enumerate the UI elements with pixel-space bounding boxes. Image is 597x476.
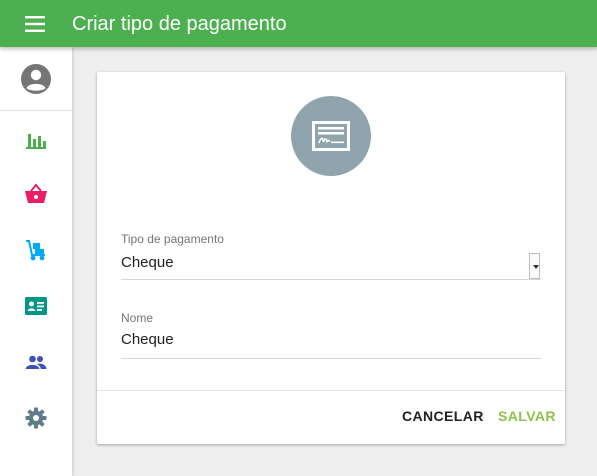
payment-type-underline: [121, 279, 541, 280]
payment-type-select[interactable]: Cheque: [121, 254, 521, 271]
shopping-basket-icon: [25, 183, 47, 203]
name-underline: [121, 358, 541, 359]
hand-truck-icon: [26, 240, 45, 261]
sidebar-item-settings[interactable]: [0, 394, 72, 442]
people-icon: [25, 355, 47, 369]
id-card-icon: [25, 297, 47, 315]
check-document-icon: [312, 121, 350, 151]
chevron-down-icon[interactable]: [529, 253, 540, 279]
sidebar: [0, 47, 72, 476]
menu-icon: [25, 16, 45, 32]
account-circle-icon: [21, 64, 51, 94]
bar-chart-icon: [26, 134, 46, 149]
name-label: Nome: [121, 311, 154, 325]
sidebar-item-reports[interactable]: [0, 115, 72, 163]
page-title: Criar tipo de pagamento: [72, 13, 287, 35]
menu-button[interactable]: [20, 12, 52, 36]
sidebar-item-users[interactable]: [0, 338, 72, 386]
payment-type-form-card: Tipo de pagamento Cheque Nome Cheque CAN…: [97, 72, 565, 444]
sidebar-item-deliveries[interactable]: [0, 226, 72, 274]
app-bar: Criar tipo de pagamento: [0, 0, 597, 47]
settings-gear-icon: [25, 407, 47, 429]
sidebar-item-customers[interactable]: [0, 282, 72, 330]
payment-type-label: Tipo de pagamento: [121, 232, 224, 246]
name-field[interactable]: Cheque: [121, 331, 541, 348]
save-button[interactable]: SALVAR: [498, 406, 556, 426]
sidebar-item-sales[interactable]: [0, 170, 72, 218]
avatar[interactable]: [0, 47, 72, 111]
actions-divider: [97, 390, 565, 391]
cancel-button[interactable]: CANCELAR: [402, 406, 484, 426]
form-header-avatar: [291, 96, 371, 176]
